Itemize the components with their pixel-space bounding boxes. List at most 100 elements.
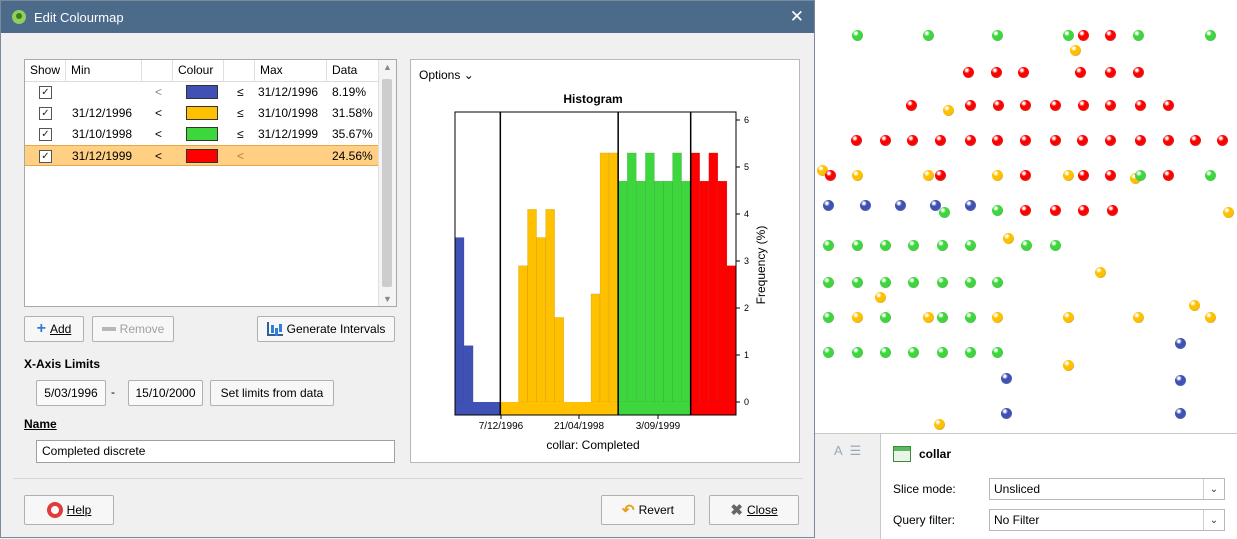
collar-point[interactable]	[1050, 135, 1061, 146]
collar-point[interactable]	[1175, 338, 1186, 349]
remove-button[interactable]: Remove	[92, 316, 174, 342]
collar-point[interactable]	[1078, 205, 1089, 216]
x-axis-min-field[interactable]: 5/03/1996	[36, 380, 106, 406]
collar-point[interactable]	[851, 135, 862, 146]
collar-point[interactable]	[992, 205, 1003, 216]
collar-point[interactable]	[923, 30, 934, 41]
collar-point[interactable]	[1003, 233, 1014, 244]
colour-swatch[interactable]	[186, 149, 218, 163]
collar-point[interactable]	[1135, 170, 1146, 181]
collar-point[interactable]	[823, 277, 834, 288]
collar-point[interactable]	[965, 200, 976, 211]
chevron-down-icon[interactable]: ⌄	[1203, 510, 1224, 530]
collar-point[interactable]	[1105, 170, 1116, 181]
collar-point[interactable]	[937, 240, 948, 251]
collar-point[interactable]	[880, 347, 891, 358]
show-checkbox[interactable]: ✓	[39, 107, 52, 120]
generate-intervals-button[interactable]: Generate Intervals	[257, 316, 395, 342]
interval-row[interactable]: ✓ 31/12/1996 < ≤31/10/1998 31.58%	[25, 103, 380, 124]
collar-point[interactable]	[993, 100, 1004, 111]
column-header-show[interactable]: Show	[25, 60, 66, 81]
collar-point[interactable]	[852, 277, 863, 288]
collar-point[interactable]	[1001, 408, 1012, 419]
collar-point[interactable]	[1050, 205, 1061, 216]
column-header-colour[interactable]: Colour	[173, 60, 224, 81]
collar-point[interactable]	[908, 347, 919, 358]
collar-point[interactable]	[1063, 312, 1074, 323]
collar-point[interactable]	[939, 207, 950, 218]
collar-point[interactable]	[1107, 205, 1118, 216]
list-scrollbar[interactable]: ▲ ▼	[378, 60, 396, 306]
show-checkbox[interactable]: ✓	[39, 150, 52, 163]
collar-point[interactable]	[823, 312, 834, 323]
collar-point[interactable]	[992, 170, 1003, 181]
collar-point[interactable]	[825, 170, 836, 181]
collar-point[interactable]	[992, 135, 1003, 146]
collar-point[interactable]	[852, 240, 863, 251]
collar-point[interactable]	[1133, 30, 1144, 41]
collar-point[interactable]	[1020, 135, 1031, 146]
collar-point[interactable]	[935, 170, 946, 181]
collar-point[interactable]	[1021, 240, 1032, 251]
collar-point[interactable]	[1205, 312, 1216, 323]
collar-point[interactable]	[1063, 30, 1074, 41]
collar-point[interactable]	[965, 347, 976, 358]
collar-point[interactable]	[1050, 240, 1061, 251]
collar-point[interactable]	[1133, 312, 1144, 323]
collar-point[interactable]	[880, 240, 891, 251]
collar-point[interactable]	[880, 277, 891, 288]
collar-point[interactable]	[1075, 67, 1086, 78]
collar-point[interactable]	[965, 277, 976, 288]
collar-point[interactable]	[934, 419, 945, 430]
collar-point[interactable]	[1001, 373, 1012, 384]
collar-point[interactable]	[1163, 170, 1174, 181]
collar-point[interactable]	[1133, 67, 1144, 78]
collar-point[interactable]	[907, 135, 918, 146]
collar-point[interactable]	[965, 240, 976, 251]
query-filter-select[interactable]: No Filter ⌄	[989, 509, 1225, 531]
colour-swatch[interactable]	[186, 106, 218, 120]
collar-point[interactable]	[1190, 135, 1201, 146]
collar-point[interactable]	[1135, 135, 1146, 146]
collar-point[interactable]	[965, 312, 976, 323]
collar-point[interactable]	[1205, 170, 1216, 181]
colour-swatch[interactable]	[186, 127, 218, 141]
name-field[interactable]: Completed discrete	[36, 440, 395, 463]
slice-mode-select[interactable]: Unsliced ⌄	[989, 478, 1225, 500]
collar-point[interactable]	[1223, 207, 1234, 218]
x-axis-max-field[interactable]: 15/10/2000	[128, 380, 203, 406]
interval-row[interactable]: ✓ 31/12/1999 < <24.56%	[25, 145, 380, 166]
collar-point[interactable]	[823, 347, 834, 358]
collar-point[interactable]	[1070, 45, 1081, 56]
collar-point[interactable]	[852, 170, 863, 181]
collar-point[interactable]	[1020, 205, 1031, 216]
collar-point[interactable]	[923, 170, 934, 181]
collar-point[interactable]	[992, 277, 1003, 288]
collar-point[interactable]	[908, 240, 919, 251]
collar-point[interactable]	[937, 312, 948, 323]
collar-point[interactable]	[935, 135, 946, 146]
revert-button[interactable]: ↶ Revert	[601, 495, 695, 525]
collar-point[interactable]	[965, 135, 976, 146]
scroll-up-icon[interactable]: ▲	[383, 62, 392, 72]
collar-point[interactable]	[880, 135, 891, 146]
help-button[interactable]: Help	[24, 495, 114, 525]
collar-point[interactable]	[823, 240, 834, 251]
collar-point[interactable]	[1063, 360, 1074, 371]
collar-point[interactable]	[906, 100, 917, 111]
collar-point[interactable]	[1020, 100, 1031, 111]
collar-point[interactable]	[1078, 30, 1089, 41]
collar-point[interactable]	[1095, 267, 1106, 278]
collar-point[interactable]	[991, 67, 1002, 78]
collar-point[interactable]	[1018, 67, 1029, 78]
interval-row[interactable]: ✓ < ≤31/12/1996 8.19%	[25, 82, 380, 103]
collar-point[interactable]	[1105, 30, 1116, 41]
column-header-max[interactable]: Max	[255, 60, 327, 81]
collar-point[interactable]	[937, 347, 948, 358]
collar-point[interactable]	[908, 277, 919, 288]
collar-point[interactable]	[875, 292, 886, 303]
collar-point[interactable]	[823, 200, 834, 211]
collar-point[interactable]	[1163, 135, 1174, 146]
collar-point[interactable]	[1175, 375, 1186, 386]
scroll-down-icon[interactable]: ▼	[383, 294, 392, 304]
